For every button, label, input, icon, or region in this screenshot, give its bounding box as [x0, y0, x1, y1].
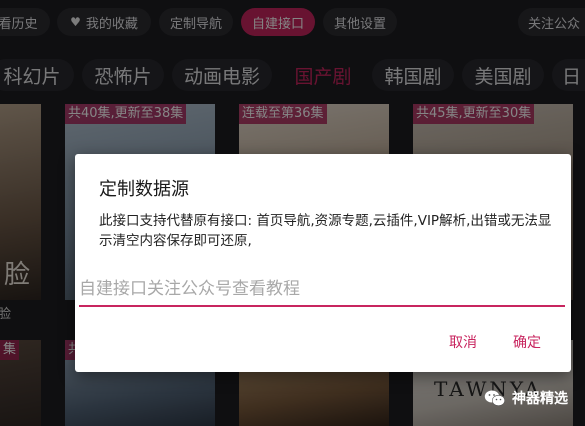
watermark-text: 神器精选: [512, 391, 568, 407]
watermark: 神器精选: [484, 388, 568, 408]
confirm-button[interactable]: 确定: [513, 332, 541, 352]
wechat-icon: [484, 390, 505, 406]
custom-source-dialog: 定制数据源 此接口支持代替原有接口: 首页导航,资源专题,云插件,VIP解析,出…: [75, 154, 571, 372]
dialog-message: 此接口支持代替原有接口: 首页导航,资源专题,云插件,VIP解析,出错或无法显示…: [99, 213, 552, 249]
dialog-title: 定制数据源: [99, 179, 189, 200]
interface-url-input[interactable]: [79, 275, 565, 307]
cancel-button[interactable]: 取消: [449, 332, 477, 352]
